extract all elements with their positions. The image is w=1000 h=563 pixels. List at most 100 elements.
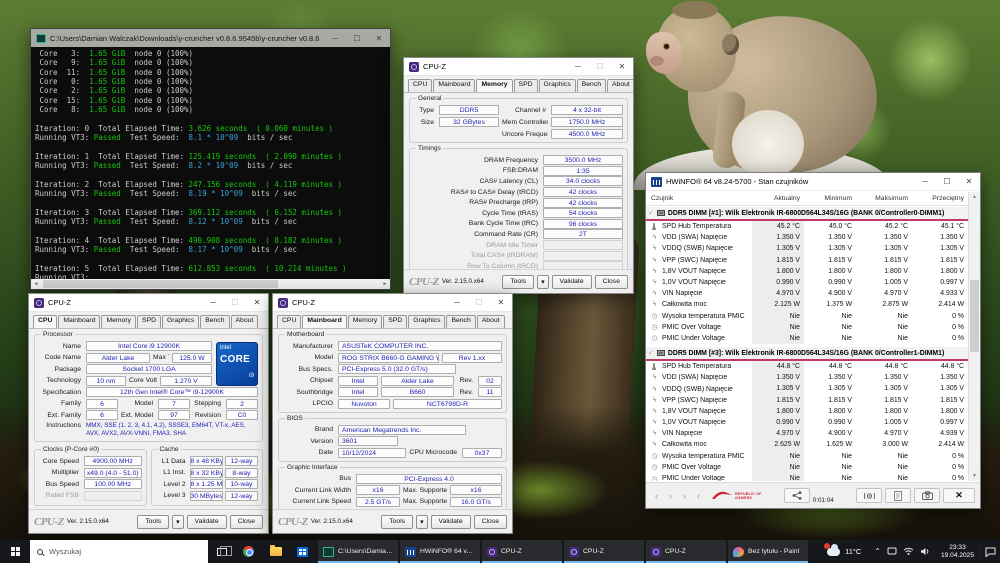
tab-bench[interactable]: Bench — [577, 79, 606, 92]
sensor-row[interactable]: ϟ1,8V VOUT Napięcie1.800 V1.800 V1.800 V… — [646, 266, 968, 277]
sensor-row[interactable]: ϟVIN Napięcie4.970 V4.900 V4.970 V4.933 … — [646, 288, 968, 299]
close-button[interactable]: Close — [230, 515, 263, 529]
column-przecietny[interactable]: Przeciętny — [912, 195, 968, 202]
search-input[interactable]: Wyszukaj — [30, 540, 208, 563]
tools-button[interactable]: Tools — [381, 515, 413, 529]
nav-last-icon[interactable]: › — [679, 491, 690, 501]
horizontal-scrollbar[interactable]: ◄ ► — [31, 279, 390, 289]
sensor-row[interactable]: SPD Hub Temperatura45.2 °C45.0 °C45.2 °C… — [646, 221, 968, 232]
action-center-button[interactable] — [980, 547, 1000, 557]
sensor-row[interactable]: ◷Wysoka temperatura PMICNieNieNie0 % — [646, 451, 968, 462]
weather-widget[interactable]: 11°C — [819, 547, 869, 556]
tab-bench[interactable]: Bench — [200, 315, 229, 328]
tools-button[interactable]: Tools — [137, 515, 169, 529]
tab-bench[interactable]: Bench — [446, 315, 475, 328]
validate-button[interactable]: Validate — [552, 275, 592, 289]
column-aktualny[interactable]: Aktualny — [752, 195, 804, 202]
tab-about[interactable]: About — [477, 315, 505, 328]
taskbar-button-cpuz[interactable]: CPU-Z — [564, 540, 644, 563]
maximize-button[interactable]: ☐ — [936, 173, 958, 190]
scroll-down-icon[interactable]: ▼ — [969, 471, 980, 481]
vertical-scrollbar[interactable]: ▲ ▼ — [968, 192, 980, 481]
sensor-column-headers[interactable]: Czujnik Aktualny Minimum Maksimum Przeci… — [646, 191, 980, 206]
tab-mainboard[interactable]: Mainboard — [433, 79, 475, 92]
tab-memory[interactable]: Memory — [348, 315, 383, 328]
close-button[interactable]: ✕ — [246, 294, 268, 311]
tools-dropdown-button[interactable]: ▾ — [416, 515, 427, 529]
taskbar-button-cpuz[interactable]: CPU-Z — [482, 540, 562, 563]
sensor-row[interactable]: ϟCałkowita moc2.125 W1.375 W2.875 W2.414… — [646, 299, 968, 310]
minimize-button[interactable]: ─ — [567, 58, 589, 75]
tab-spd[interactable]: SPD — [514, 79, 538, 92]
sensor-row[interactable]: ◷Wysoka temperatura PMICNieNieNie0 % — [646, 311, 968, 322]
screenshot-button[interactable] — [914, 488, 940, 503]
taskbar-button-console[interactable]: C:\Users\Damian... — [318, 540, 398, 563]
sensor-row[interactable]: ◷PMIC Under VoltageNieNieNie0 % — [646, 333, 968, 344]
taskbar-button-cpuz[interactable]: CPU-Z — [646, 540, 726, 563]
start-button[interactable] — [0, 540, 30, 563]
task-view-button[interactable] — [208, 540, 235, 563]
close-button[interactable]: ✕ — [490, 294, 512, 311]
sensor-row[interactable]: ϟVDDQ (SWB) Napięcie1.305 V1.305 V1.305 … — [646, 383, 968, 394]
sensor-row[interactable]: ϟVIN Napięcie4.970 V4.900 V4.970 V4.939 … — [646, 428, 968, 439]
maximize-button[interactable]: ☐ — [346, 29, 368, 47]
column-maksimum[interactable]: Maksimum — [856, 195, 912, 202]
sensor-row[interactable]: ϟVDDQ (SWB) Napięcie1.305 V1.305 V1.305 … — [646, 243, 968, 254]
sensor-row[interactable]: ϟVDD (SWA) Napięcie1.350 V1.350 V1.350 V… — [646, 372, 968, 383]
hwinfo-titlebar[interactable]: HWiNFO® 64 v8.24-5700 - Stan czujników ─… — [646, 173, 980, 191]
tab-mainboard[interactable]: Mainboard — [58, 315, 100, 328]
tab-spd[interactable]: SPD — [383, 315, 407, 328]
tools-button[interactable]: Tools — [502, 275, 534, 289]
sensor-row[interactable]: ◷PMIC Over VoltageNieNieNie0 % — [646, 322, 968, 333]
validate-button[interactable]: Validate — [187, 515, 227, 529]
tab-about[interactable]: About — [607, 79, 634, 92]
sensor-row[interactable]: ϟVPP (SWC) Napięcie1.815 V1.815 V1.815 V… — [646, 395, 968, 406]
share-button[interactable] — [784, 488, 810, 503]
nav-forward-icon[interactable]: › — [665, 491, 676, 501]
hidden-icons-button[interactable]: ⌃ — [874, 547, 881, 556]
chrome-button[interactable] — [235, 540, 262, 563]
column-minimum[interactable]: Minimum — [804, 195, 856, 202]
sensor-section-header[interactable]: ✓DDR5 DIMM [#1]: Wilk Elektronik IR-6800… — [646, 207, 968, 221]
minimize-button[interactable]: ─ — [202, 294, 224, 311]
wifi-icon[interactable] — [903, 547, 914, 556]
scroll-right-icon[interactable]: ► — [380, 279, 390, 289]
close-button[interactable]: Close — [595, 275, 628, 289]
minimize-button[interactable]: ─ — [324, 29, 346, 47]
minimize-button[interactable]: ─ — [446, 294, 468, 311]
close-button[interactable]: ✕ — [368, 29, 390, 47]
sensor-row[interactable]: ◷PMIC Over VoltageNieNieNie0 % — [646, 462, 968, 473]
tools-dropdown-button[interactable]: ▾ — [172, 515, 183, 529]
cpuz-memory-titlebar[interactable]: CPU-Z ─ ☐ ✕ — [404, 58, 633, 76]
store-button[interactable] — [289, 540, 316, 563]
sensor-row[interactable]: ◷PMIC Under VoltageNieNieNie0 % — [646, 473, 968, 481]
sensor-row[interactable]: SPD Hub Temperatura44.8 °C44.8 °C44.8 °C… — [646, 361, 968, 372]
tab-graphics[interactable]: Graphics — [539, 79, 576, 92]
nav-first-icon[interactable]: ‹ — [693, 491, 704, 501]
sensor-row[interactable]: ϟVPP (SWC) Napięcie1.815 V1.815 V1.815 V… — [646, 255, 968, 266]
tab-about[interactable]: About — [231, 315, 259, 328]
scrollbar-thumb[interactable] — [970, 280, 979, 352]
tab-graphics[interactable]: Graphics — [162, 315, 199, 328]
sensor-section-header[interactable]: ✓DDR5 DIMM [#3]: Wilk Elektronik IR-6800… — [646, 347, 968, 361]
tab-cpu[interactable]: CPU — [277, 315, 301, 328]
minimize-button[interactable]: ─ — [914, 173, 936, 190]
cpuz-cpu-titlebar[interactable]: CPU-Z ─ ☐ ✕ — [29, 294, 268, 312]
close-button[interactable]: Close — [474, 515, 507, 529]
sensor-row[interactable]: ϟ1,0V VOUT Napięcie0.990 V0.990 V1.005 V… — [646, 277, 968, 288]
tab-mainboard[interactable]: Mainboard — [302, 315, 346, 328]
tab-cpu[interactable]: CPU — [408, 79, 432, 92]
sensor-row[interactable]: ϟVDD (SWA) Napięcie1.350 V1.350 V1.350 V… — [646, 232, 968, 243]
taskbar-button-hwinfo[interactable]: HWiNFO® 64 v... — [400, 540, 480, 563]
tab-memory[interactable]: Memory — [476, 79, 512, 92]
close-button[interactable]: ✕ — [611, 58, 633, 75]
terminal-output[interactable]: Core 3: 1.65 GiB node 0 (100%) Core 9: 1… — [31, 47, 390, 279]
reset-clock-button[interactable] — [856, 488, 882, 503]
scrollbar-thumb[interactable] — [43, 280, 278, 288]
tab-cpu[interactable]: CPU — [33, 315, 57, 328]
y-cruncher-titlebar[interactable]: C:\Users\Damian Walczak\Downloads\y-crun… — [31, 29, 390, 47]
file-explorer-button[interactable] — [262, 540, 289, 563]
close-sensors-button[interactable]: ✕ — [943, 488, 975, 503]
validate-button[interactable]: Validate — [431, 515, 471, 529]
close-button[interactable]: ✕ — [958, 173, 980, 190]
